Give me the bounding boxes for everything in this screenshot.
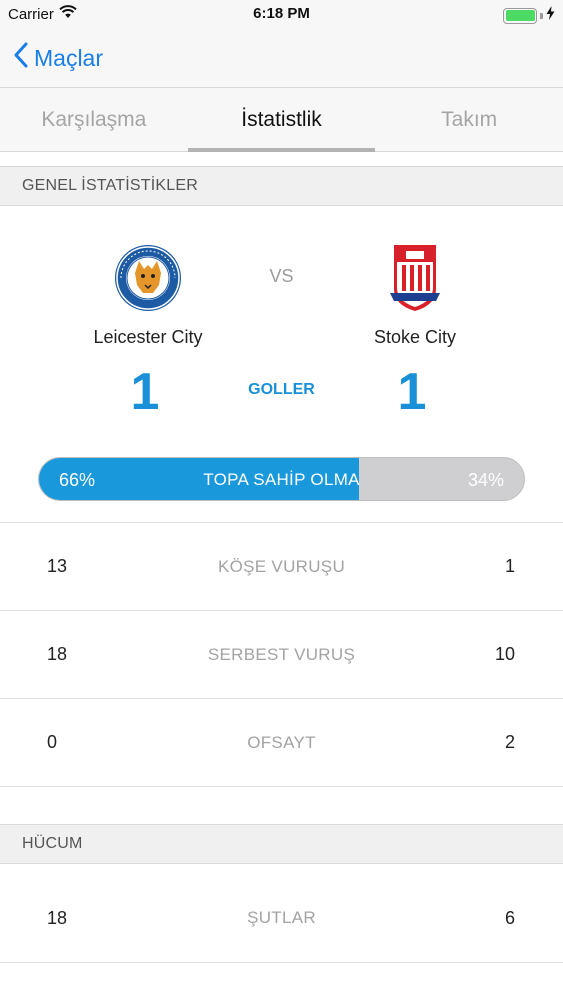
navigation-bar: Maçlar bbox=[0, 30, 563, 88]
status-time: 6:18 PM bbox=[253, 5, 310, 22]
stat-label: OFSAYT bbox=[247, 732, 316, 752]
stat-row-free-kicks: 18 SERBEST VURUŞ 10 bbox=[0, 610, 563, 698]
stat-away-value: 6 bbox=[504, 907, 515, 928]
vs-label: VS bbox=[269, 266, 294, 286]
section-header-attack: HÜCUM bbox=[0, 824, 563, 864]
stat-away-value: 1 bbox=[504, 556, 515, 576]
home-score: 1 bbox=[130, 363, 160, 421]
stat-row-shots: 18 ŞUTLAR 6 bbox=[0, 874, 563, 962]
tab-statistics[interactable]: İstatistlik bbox=[187, 88, 376, 152]
away-team-name: Stoke City bbox=[373, 327, 457, 347]
possession-label: TOPA SAHİP OLMA bbox=[203, 470, 360, 489]
tab-team[interactable]: Takım bbox=[375, 88, 563, 151]
possession-away-value: 34% bbox=[467, 470, 504, 490]
away-team[interactable]: Stoke City bbox=[330, 243, 500, 348]
back-button[interactable]: Maçlar bbox=[14, 40, 103, 76]
tab-match[interactable]: Karşılaşma bbox=[0, 88, 188, 151]
stoke-city-crest-icon bbox=[380, 243, 450, 313]
stat-away-value: 2 bbox=[504, 732, 515, 752]
home-team-name: Leicester City bbox=[93, 327, 203, 347]
stat-label: ŞUTLAR bbox=[247, 908, 316, 927]
home-team[interactable]: Leicester City bbox=[63, 243, 233, 348]
stat-label: SERBEST VURUŞ bbox=[207, 644, 356, 664]
charging-icon bbox=[546, 6, 555, 25]
back-label: Maçlar bbox=[34, 44, 104, 71]
tab-label: Takım bbox=[441, 107, 498, 131]
stat-home-value: 18 bbox=[47, 907, 68, 928]
leicester-city-crest-icon bbox=[113, 243, 183, 313]
stat-row-corners: 13 KÖŞE VURUŞU 1 bbox=[0, 522, 563, 610]
battery-cap bbox=[540, 12, 543, 19]
away-score: 1 bbox=[397, 363, 427, 421]
possession-bar: TOPA SAHİP OLMA 66% 34% bbox=[38, 457, 525, 501]
battery-icon bbox=[503, 7, 537, 24]
tab-label: Karşılaşma bbox=[41, 107, 147, 131]
tab-bar: Karşılaşma İstatistlik Takım bbox=[0, 88, 563, 152]
stat-row-offside: 0 OFSAYT 2 bbox=[0, 698, 563, 786]
tab-label: İstatistlik bbox=[241, 107, 322, 131]
stat-label: KÖŞE VURUŞU bbox=[217, 556, 346, 576]
chevron-left-icon bbox=[14, 42, 28, 74]
possession-home-value: 66% bbox=[59, 470, 96, 490]
section-header-general: GENEL İSTATİSTİKLER bbox=[0, 166, 563, 206]
goals-label: GOLLER bbox=[248, 381, 315, 398]
status-bar: Carrier 6:18 PM bbox=[0, 0, 563, 30]
stat-away-value: 10 bbox=[494, 644, 515, 664]
stat-home-value: 0 bbox=[47, 732, 58, 752]
stat-home-value: 18 bbox=[47, 644, 68, 664]
stat-row-spacer bbox=[0, 786, 563, 824]
stat-row-partial bbox=[0, 962, 563, 1000]
status-right bbox=[503, 6, 555, 25]
stat-home-value: 13 bbox=[47, 556, 68, 576]
